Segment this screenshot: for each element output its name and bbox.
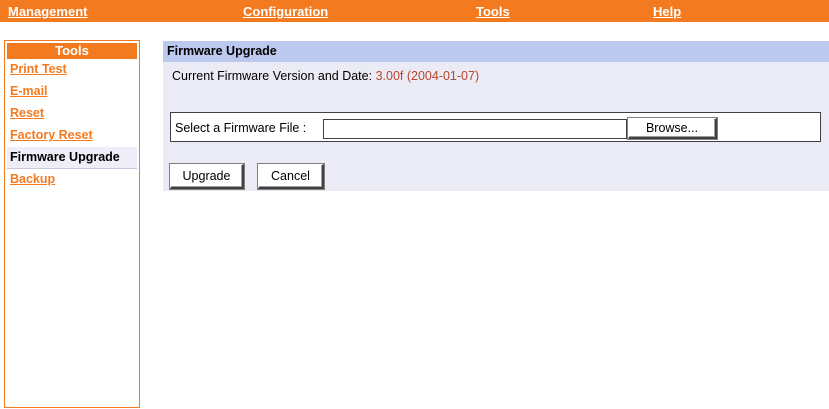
firmware-version-label: Current Firmware Version and Date: (172, 69, 373, 83)
firmware-upgrade-panel: Firmware Upgrade Current Firmware Versio… (163, 41, 829, 191)
panel-title: Firmware Upgrade (163, 41, 829, 62)
sidebar-title: Tools (7, 43, 137, 59)
sidebar-item-print-test[interactable]: Print Test (7, 59, 137, 81)
top-navigation-bar: Management Configuration Tools Help (0, 0, 829, 22)
nav-tools-link[interactable]: Tools (476, 4, 510, 19)
browse-button[interactable]: Browse... (628, 118, 717, 139)
sidebar-item-firmware-upgrade[interactable]: Firmware Upgrade (7, 147, 137, 169)
file-select-label: Select a Firmware File : (175, 121, 307, 135)
upgrade-button[interactable]: Upgrade (170, 164, 244, 189)
sidebar-item-email[interactable]: E-mail (7, 81, 137, 103)
sidebar: Tools Print Test E-mail Reset Factory Re… (4, 40, 140, 408)
cancel-button[interactable]: Cancel (258, 164, 324, 189)
firmware-version-value: 3.00f (2004-01-07) (375, 69, 480, 83)
nav-help-link[interactable]: Help (653, 4, 681, 19)
sidebar-item-reset[interactable]: Reset (7, 103, 137, 125)
file-select-row: Select a Firmware File : Browse... (170, 112, 821, 142)
sidebar-item-backup[interactable]: Backup (7, 169, 137, 191)
nav-configuration-link[interactable]: Configuration (243, 4, 328, 19)
sidebar-item-factory-reset[interactable]: Factory Reset (7, 125, 137, 147)
firmware-version-line: Current Firmware Version and Date: 3.00f… (172, 69, 479, 83)
nav-management-link[interactable]: Management (8, 4, 87, 19)
firmware-file-input[interactable] (323, 119, 627, 139)
